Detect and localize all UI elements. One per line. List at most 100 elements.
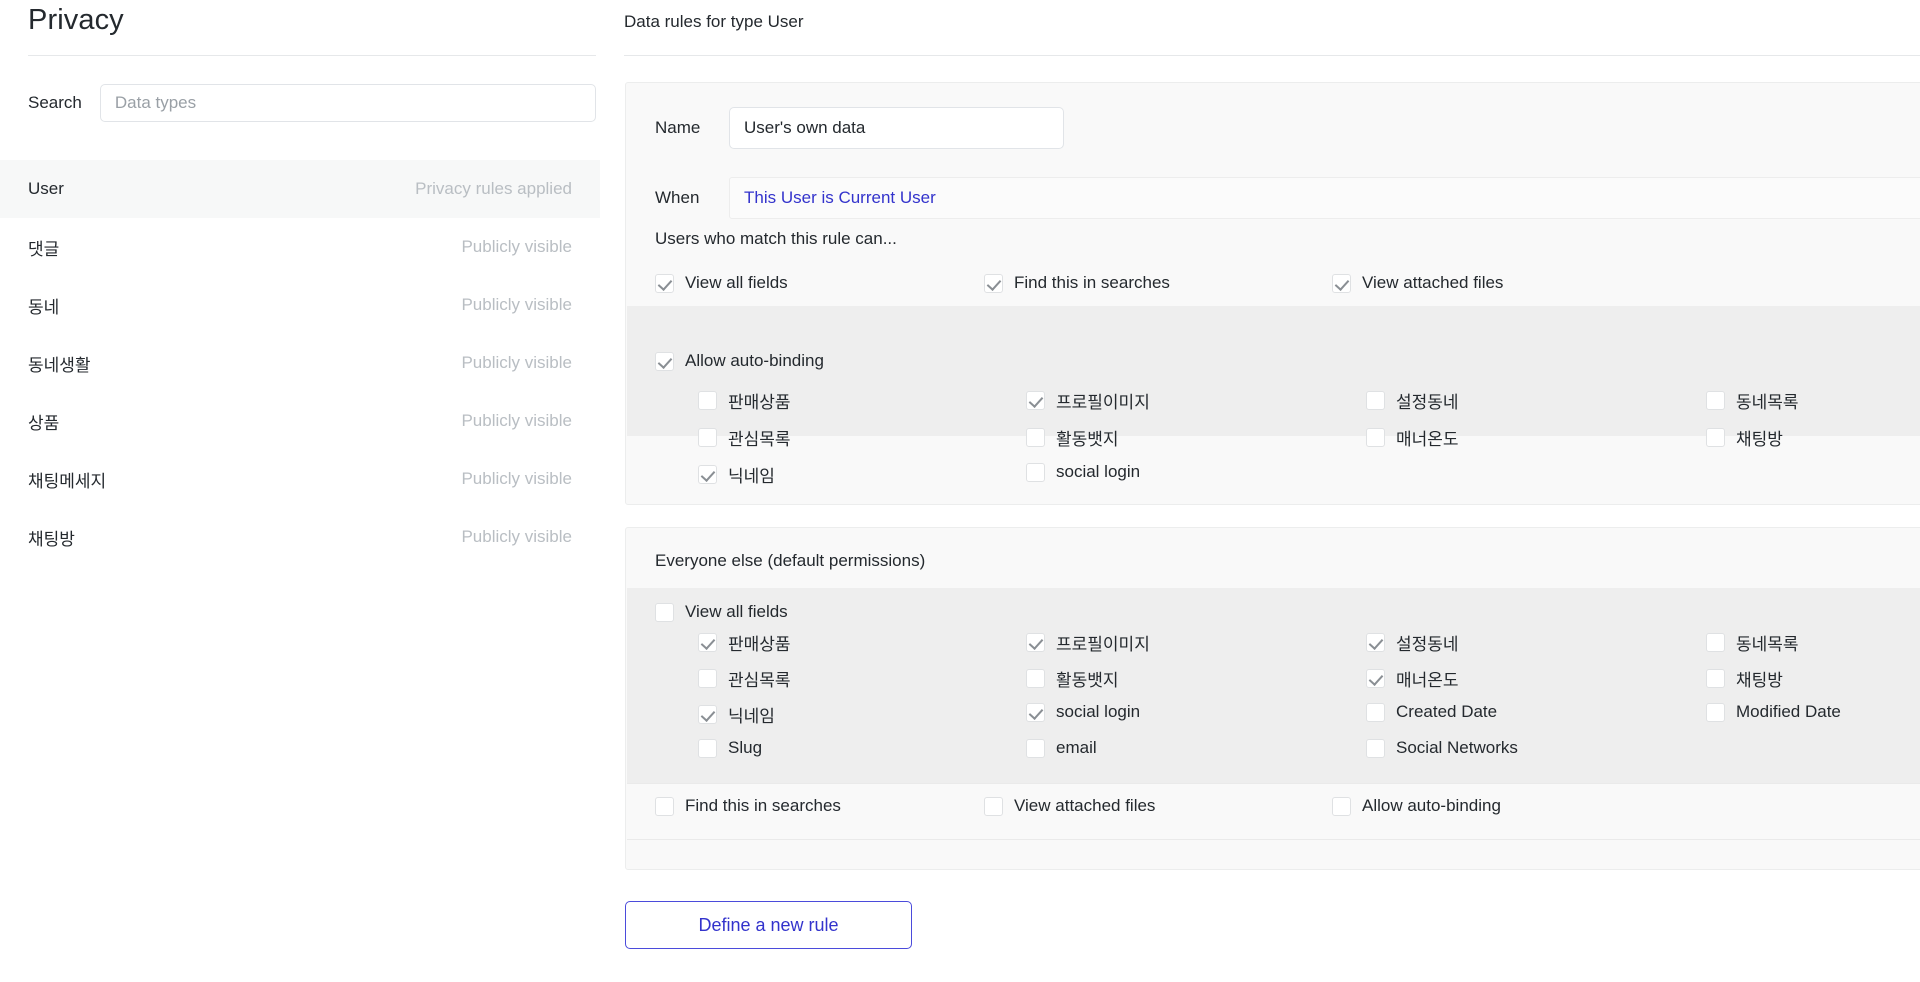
checkbox-icon[interactable] bbox=[1026, 633, 1045, 652]
checkbox-icon[interactable] bbox=[1366, 669, 1385, 688]
checkbox-icon[interactable] bbox=[1026, 391, 1045, 410]
checkbox-icon[interactable] bbox=[1026, 702, 1045, 722]
sidebar: Privacy Search User Privacy rules applied… bbox=[0, 0, 600, 982]
checkbox-icon[interactable] bbox=[1366, 428, 1385, 447]
checkbox-icon[interactable] bbox=[698, 428, 717, 447]
checkbox-allow-auto-binding[interactable]: Allow auto-binding bbox=[655, 351, 824, 371]
checkbox-everyone-permission-1[interactable]: View attached files bbox=[984, 796, 1155, 816]
checkbox-icon[interactable] bbox=[1332, 273, 1351, 293]
sidebar-item-type-1[interactable]: 댓글 Publicly visible bbox=[0, 218, 600, 276]
sidebar-item-type-6[interactable]: 채팅방 Publicly visible bbox=[0, 508, 600, 566]
checkbox-everyone-field-7[interactable]: 채팅방 bbox=[1706, 666, 1783, 691]
checkbox-everyone-permission-0[interactable]: Find this in searches bbox=[655, 796, 841, 816]
rule-card: Name When This User is Current User User… bbox=[625, 82, 1920, 505]
checkbox-icon[interactable] bbox=[1026, 428, 1045, 447]
checkbox-label: 매너온도 bbox=[1396, 671, 1459, 690]
checkbox-everyone-field-12[interactable]: Slug bbox=[698, 738, 762, 758]
checkbox-everyone-field-13[interactable]: email bbox=[1026, 738, 1097, 758]
checkbox-everyone-permission-2[interactable]: Allow auto-binding bbox=[1332, 796, 1501, 816]
checkbox-icon[interactable] bbox=[698, 465, 717, 484]
checkbox-icon[interactable] bbox=[984, 273, 1003, 293]
checkbox-icon[interactable] bbox=[1706, 702, 1725, 722]
sidebar-item-status: Privacy rules applied bbox=[415, 179, 572, 198]
checkbox-everyone-field-10[interactable]: Created Date bbox=[1366, 702, 1497, 722]
checkbox-rule-field-7[interactable]: 채팅방 bbox=[1706, 425, 1783, 450]
sidebar-item-label: 동네생활 bbox=[28, 355, 91, 375]
everyone-bottom-divider bbox=[627, 839, 1920, 840]
checkbox-rule-permission-1[interactable]: Find this in searches bbox=[984, 273, 1170, 293]
checkbox-rule-permission-2[interactable]: View attached files bbox=[1332, 273, 1503, 293]
checkbox-rule-field-3[interactable]: 동네목록 bbox=[1706, 388, 1799, 413]
checkbox-rule-field-1[interactable]: 프로필이미지 bbox=[1026, 388, 1150, 413]
sidebar-item-status: Publicly visible bbox=[461, 353, 572, 372]
checkbox-rule-field-8[interactable]: 닉네임 bbox=[698, 462, 775, 487]
checkbox-label: 판매상품 bbox=[728, 635, 791, 654]
checkbox-label: 관심목록 bbox=[728, 671, 791, 690]
checkbox-icon[interactable] bbox=[698, 738, 717, 758]
checkbox-icon[interactable] bbox=[698, 705, 717, 724]
define-new-rule-button[interactable]: Define a new rule bbox=[625, 901, 912, 949]
checkbox-icon[interactable] bbox=[1366, 391, 1385, 410]
checkbox-icon[interactable] bbox=[1366, 702, 1385, 722]
checkbox-icon[interactable] bbox=[1026, 738, 1045, 758]
checkbox-everyone-field-9[interactable]: social login bbox=[1026, 702, 1140, 722]
checkbox-icon[interactable] bbox=[1706, 391, 1725, 410]
checkbox-icon[interactable] bbox=[1706, 669, 1725, 688]
sidebar-item-type-5[interactable]: 채팅메세지 Publicly visible bbox=[0, 450, 600, 508]
checkbox-everyone-field-11[interactable]: Modified Date bbox=[1706, 702, 1841, 722]
rule-caption: Users who match this rule can... bbox=[655, 229, 897, 248]
checkbox-everyone-field-2[interactable]: 설정동네 bbox=[1366, 630, 1459, 655]
checkbox-icon[interactable] bbox=[1026, 462, 1045, 482]
checkbox-label: 채팅방 bbox=[1736, 671, 1783, 690]
checkbox-label: View all fields bbox=[685, 273, 788, 292]
checkbox-rule-field-2[interactable]: 설정동네 bbox=[1366, 388, 1459, 413]
checkbox-label: 동네목록 bbox=[1736, 635, 1799, 654]
checkbox-everyone-field-6[interactable]: 매너온도 bbox=[1366, 666, 1459, 691]
checkbox-icon[interactable] bbox=[655, 602, 674, 622]
checkbox-icon[interactable] bbox=[698, 633, 717, 652]
checkbox-rule-field-6[interactable]: 매너온도 bbox=[1366, 425, 1459, 450]
checkbox-icon[interactable] bbox=[698, 391, 717, 410]
checkbox-icon[interactable] bbox=[655, 351, 674, 371]
checkbox-icon[interactable] bbox=[655, 273, 674, 293]
checkbox-rule-field-0[interactable]: 판매상품 bbox=[698, 388, 791, 413]
search-input[interactable] bbox=[99, 84, 596, 122]
checkbox-icon[interactable] bbox=[1706, 633, 1725, 652]
rule-name-input[interactable] bbox=[729, 107, 1064, 149]
checkbox-label: View attached files bbox=[1362, 273, 1504, 292]
checkbox-icon[interactable] bbox=[1706, 428, 1725, 447]
checkbox-label: 닉네임 bbox=[728, 707, 775, 726]
checkbox-rule-field-4[interactable]: 관심목록 bbox=[698, 425, 791, 450]
checkbox-rule-permission-0[interactable]: View all fields bbox=[655, 273, 788, 293]
sidebar-item-user[interactable]: User Privacy rules applied bbox=[0, 160, 600, 218]
checkbox-icon[interactable] bbox=[698, 669, 717, 688]
checkbox-icon[interactable] bbox=[1332, 796, 1351, 816]
checkbox-rule-field-9[interactable]: social login bbox=[1026, 462, 1140, 482]
checkbox-label: 설정동네 bbox=[1396, 635, 1459, 654]
sidebar-item-type-3[interactable]: 동네생활 Publicly visible bbox=[0, 334, 600, 392]
checkbox-everyone-field-14[interactable]: Social Networks bbox=[1366, 738, 1518, 758]
checkbox-label: 채팅방 bbox=[1736, 430, 1783, 449]
data-type-list: User Privacy rules applied 댓글 Publicly visi… bbox=[0, 160, 600, 566]
checkbox-icon[interactable] bbox=[1366, 633, 1385, 652]
checkbox-everyone-field-5[interactable]: 활동뱃지 bbox=[1026, 666, 1119, 691]
sidebar-item-type-2[interactable]: 동네 Publicly visible bbox=[0, 276, 600, 334]
checkbox-icon[interactable] bbox=[1366, 738, 1385, 758]
checkbox-icon[interactable] bbox=[984, 796, 1003, 816]
checkbox-label: Created Date bbox=[1396, 702, 1498, 721]
checkbox-everyone-field-0[interactable]: 판매상품 bbox=[698, 630, 791, 655]
page-title: Privacy bbox=[28, 4, 124, 36]
checkbox-everyone-field-1[interactable]: 프로필이미지 bbox=[1026, 630, 1150, 655]
name-field-row: Name bbox=[655, 107, 1064, 149]
checkbox-view-all-fields-everyone[interactable]: View all fields bbox=[655, 602, 788, 622]
checkbox-rule-field-5[interactable]: 활동뱃지 bbox=[1026, 425, 1119, 450]
when-condition-box[interactable]: This User is Current User bbox=[729, 177, 1920, 219]
checkbox-icon[interactable] bbox=[655, 796, 674, 816]
checkbox-everyone-field-3[interactable]: 동네목록 bbox=[1706, 630, 1799, 655]
checkbox-icon[interactable] bbox=[1026, 669, 1045, 688]
checkbox-everyone-field-4[interactable]: 관심목록 bbox=[698, 666, 791, 691]
when-condition-link[interactable]: This User is Current User bbox=[744, 188, 936, 208]
privacy-settings-page: Privacy Search User Privacy rules applied… bbox=[0, 0, 1920, 982]
sidebar-item-type-4[interactable]: 상품 Publicly visible bbox=[0, 392, 600, 450]
checkbox-everyone-field-8[interactable]: 닉네임 bbox=[698, 702, 775, 727]
